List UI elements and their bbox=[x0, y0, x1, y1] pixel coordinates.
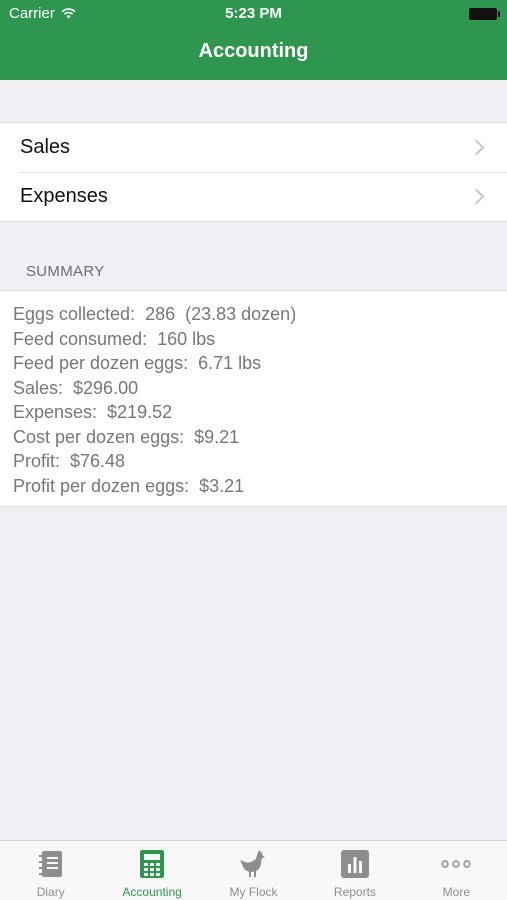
more-icon bbox=[441, 860, 472, 868]
expenses-total-line: Expenses: $219.52 bbox=[13, 402, 173, 422]
status-bar: Carrier 5:23 PM bbox=[0, 0, 507, 28]
feed-consumed-line: Feed consumed: 160 lbs bbox=[13, 328, 216, 349]
profit-per-dozen-line: Profit per dozen eggs: $3.21 bbox=[13, 475, 245, 496]
eggs-collected-line: Eggs collected: 286 (23.83 dozen) bbox=[13, 304, 297, 324]
expenses-row[interactable]: Expenses bbox=[0, 172, 507, 221]
feed-per-dozen-line: Feed per dozen eggs: 6.71 lbs bbox=[13, 353, 262, 373]
tab-reports[interactable]: Reports bbox=[304, 841, 405, 900]
status-time: 5:23 PM bbox=[225, 5, 282, 22]
tab-reports-label: Reports bbox=[333, 885, 376, 899]
tab-bar: Diary Accounting My Flock Reports More bbox=[0, 840, 507, 900]
chevron-right-icon bbox=[468, 188, 485, 205]
expenses-label: Expenses bbox=[20, 185, 108, 207]
calculator-icon bbox=[140, 850, 165, 878]
summary-panel: Eggs collected: 286 (23.83 dozen) Feed c… bbox=[0, 290, 507, 507]
navigation-bar: Carrier 5:23 PM Accounting bbox=[0, 0, 507, 80]
sales-label: Sales bbox=[20, 136, 71, 158]
tab-my-flock[interactable]: My Flock bbox=[203, 841, 304, 900]
accounting-menu: Sales Expenses bbox=[0, 122, 507, 222]
profit-line: Profit: $76.48 bbox=[13, 451, 126, 471]
tab-diary-label: Diary bbox=[36, 885, 65, 899]
cost-per-dozen-line: Cost per dozen eggs: $9.21 bbox=[13, 426, 240, 447]
tab-diary[interactable]: Diary bbox=[0, 841, 101, 900]
bar-chart-icon bbox=[340, 850, 369, 878]
tab-accounting[interactable]: Accounting bbox=[101, 841, 202, 900]
sales-total-line: Sales: $296.00 bbox=[13, 377, 139, 398]
tab-more[interactable]: More bbox=[406, 841, 507, 900]
tab-my-flock-label: My Flock bbox=[229, 885, 278, 899]
tab-more-label: More bbox=[442, 885, 470, 899]
sales-row[interactable]: Sales bbox=[0, 123, 507, 172]
battery-icon bbox=[469, 8, 500, 20]
chicken-icon bbox=[239, 850, 265, 877]
chevron-right-icon bbox=[468, 139, 485, 156]
page-title: Accounting bbox=[198, 40, 309, 62]
tab-accounting-label: Accounting bbox=[122, 885, 182, 899]
summary-header: SUMMARY bbox=[26, 263, 105, 280]
diary-icon bbox=[38, 851, 62, 877]
